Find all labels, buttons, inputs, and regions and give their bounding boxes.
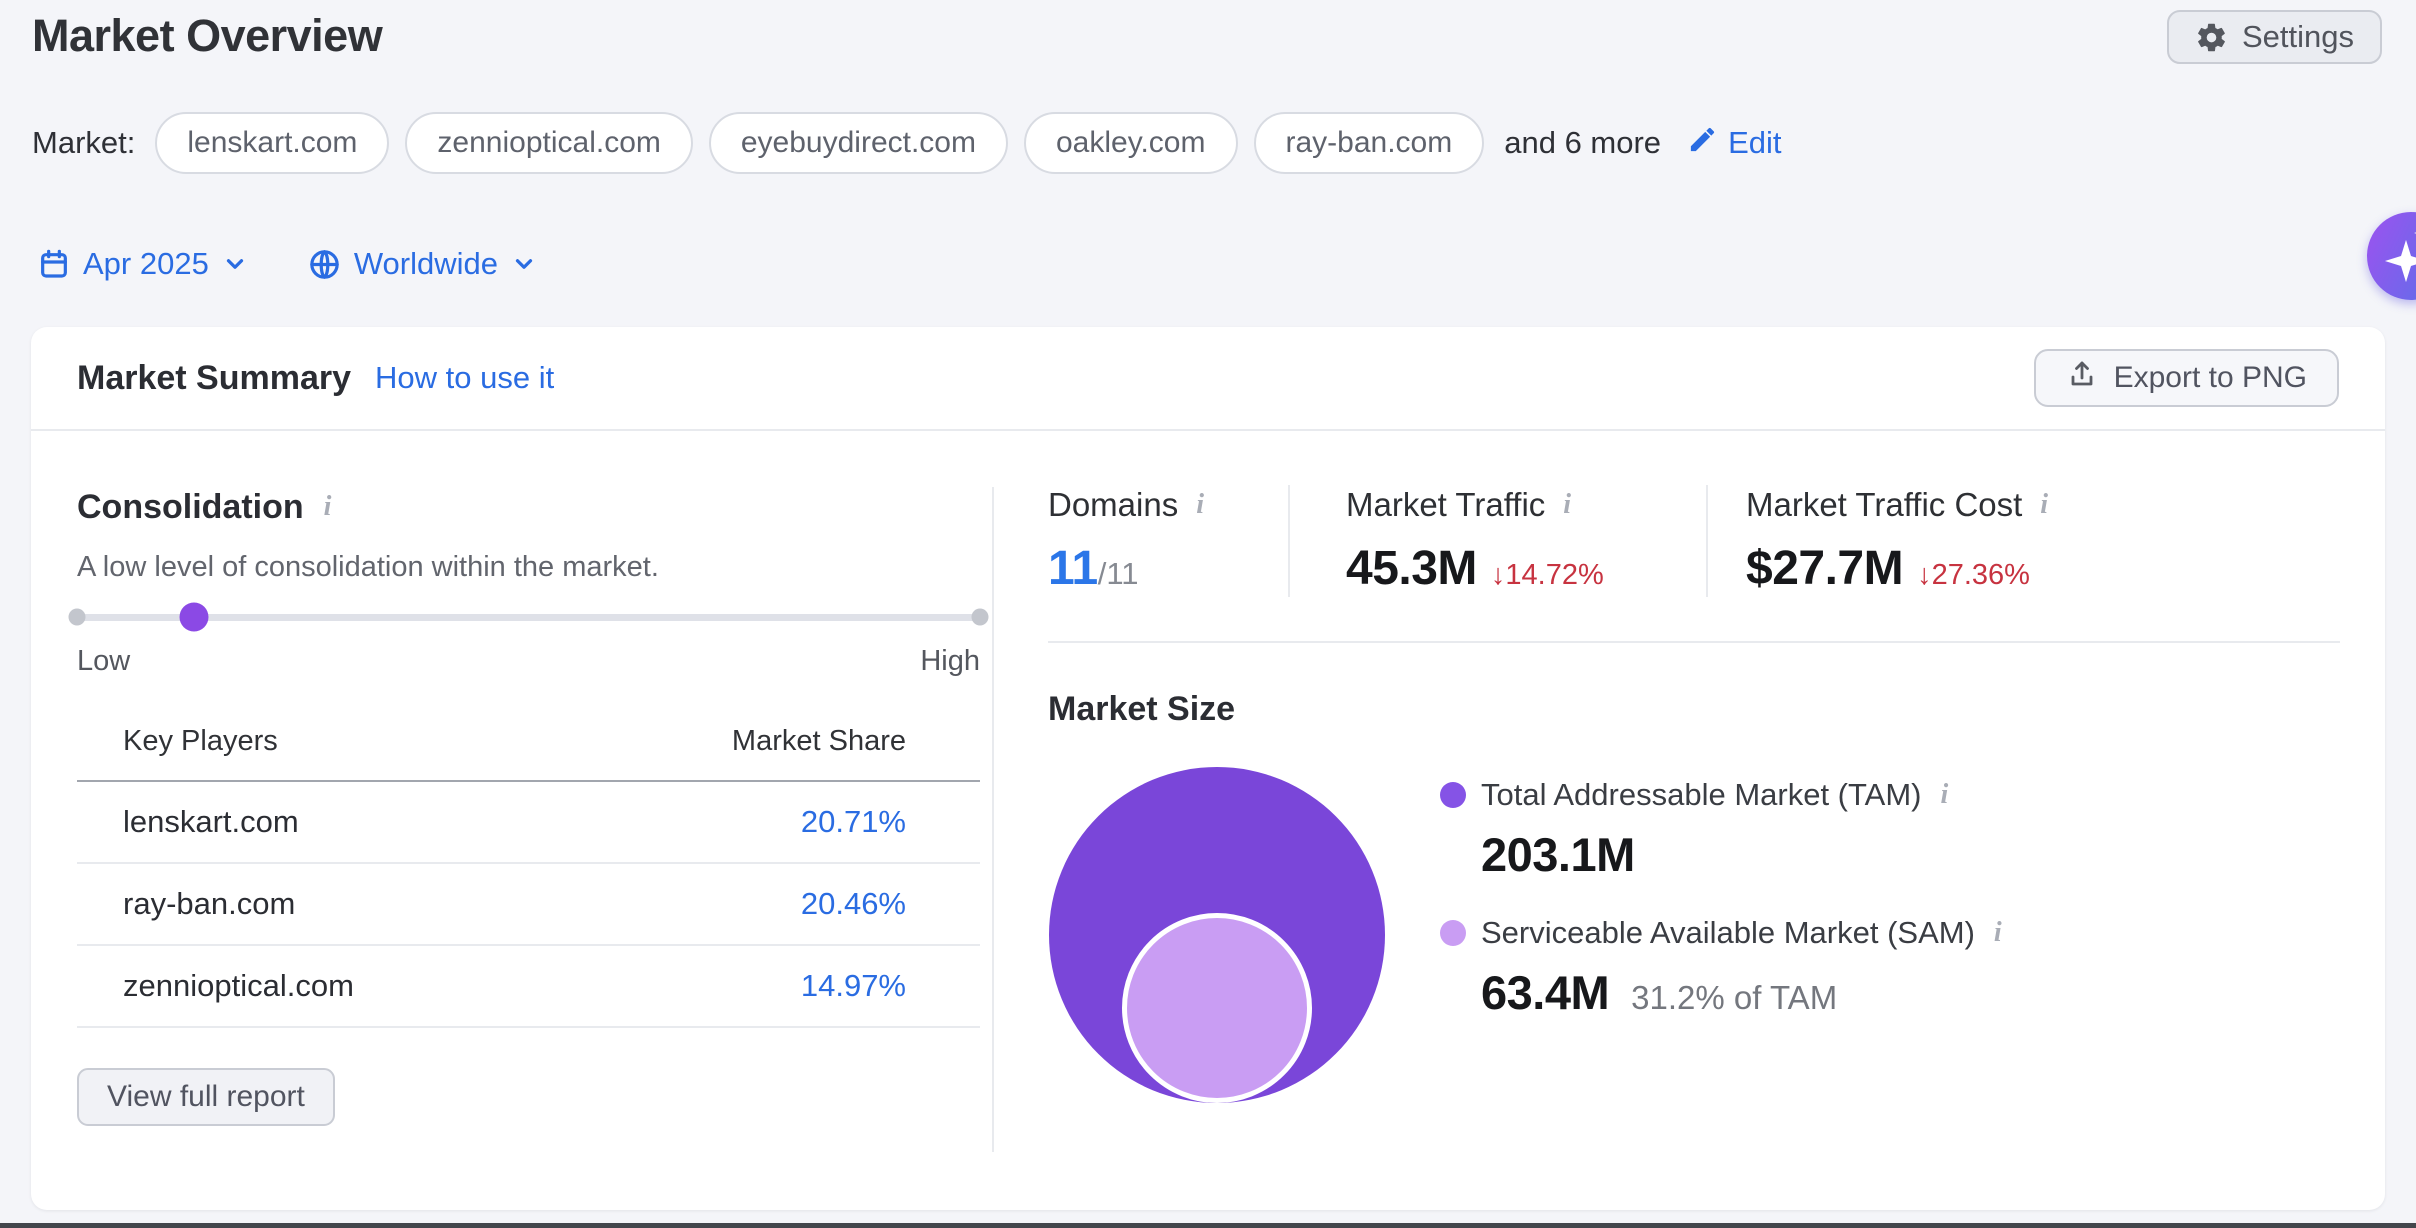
table-row: lenskart.com 20.71% bbox=[77, 782, 980, 864]
market-size-chart: Total Addressable Market (TAM) 203.1M Se… bbox=[1048, 765, 2340, 1110]
info-icon[interactable] bbox=[1559, 491, 1575, 519]
region-filter[interactable]: Worldwide bbox=[308, 246, 537, 282]
key-players-table: Key Players Market Share lenskart.com 20… bbox=[77, 725, 980, 1028]
sam-label: Serviceable Available Market (SAM) bbox=[1481, 913, 1975, 953]
card-body: Consolidation A low level of consolidati… bbox=[31, 431, 2385, 1126]
slider-track bbox=[77, 614, 980, 621]
panel-divider bbox=[992, 487, 994, 1152]
slider-high-label: High bbox=[920, 643, 980, 679]
globe-icon bbox=[308, 248, 341, 281]
bottom-edge bbox=[0, 1223, 2416, 1228]
market-chip: lenskart.com bbox=[155, 112, 389, 174]
tam-label: Total Addressable Market (TAM) bbox=[1481, 775, 1921, 815]
stat-market-traffic: Market Traffic 45.3M ↓14.72% bbox=[1288, 485, 1706, 597]
upload-icon bbox=[2066, 358, 2098, 398]
sam-circle bbox=[1122, 913, 1312, 1103]
market-summary-card: Market Summary How to use it Export to P… bbox=[31, 327, 2385, 1210]
domains-label: Domains bbox=[1048, 485, 1178, 525]
market-size-title: Market Size bbox=[1048, 687, 2340, 731]
player-share-link[interactable]: 14.97% bbox=[801, 968, 906, 1004]
export-png-label: Export to PNG bbox=[2114, 361, 2307, 395]
date-filter[interactable]: Apr 2025 bbox=[38, 246, 248, 282]
how-to-use-link[interactable]: How to use it bbox=[375, 360, 554, 396]
gear-icon bbox=[2195, 21, 2228, 54]
view-full-report-button[interactable]: View full report bbox=[77, 1068, 335, 1126]
tam-dot-icon bbox=[1440, 782, 1466, 808]
table-row: ray-ban.com 20.46% bbox=[77, 864, 980, 946]
info-icon[interactable] bbox=[1990, 919, 2006, 947]
slider-knob[interactable] bbox=[180, 603, 209, 632]
calendar-icon bbox=[38, 248, 70, 280]
player-share-link[interactable]: 20.46% bbox=[801, 886, 906, 922]
export-png-button[interactable]: Export to PNG bbox=[2034, 349, 2339, 407]
market-traffic-cost-label: Market Traffic Cost bbox=[1746, 485, 2022, 525]
card-header: Market Summary How to use it Export to P… bbox=[31, 327, 2385, 431]
sparkles-icon bbox=[2383, 238, 2416, 289]
market-size-legend: Total Addressable Market (TAM) 203.1M Se… bbox=[1440, 775, 2006, 1021]
chevron-down-icon bbox=[511, 251, 537, 277]
consolidation-title: Consolidation bbox=[77, 485, 304, 529]
info-icon[interactable] bbox=[2036, 491, 2052, 519]
card-title: Market Summary bbox=[77, 359, 351, 398]
more-domains-text: and 6 more bbox=[1504, 125, 1661, 161]
market-chip: eyebuydirect.com bbox=[709, 112, 1008, 174]
info-icon[interactable] bbox=[1936, 781, 1952, 809]
market-traffic-cost-value: $27.7M bbox=[1746, 541, 1903, 597]
market-traffic-change: ↓14.72% bbox=[1491, 559, 1604, 592]
player-domain: ray-ban.com bbox=[123, 886, 295, 922]
table-header: Key Players Market Share bbox=[77, 725, 980, 782]
edit-market-link[interactable]: Edit bbox=[1687, 124, 1781, 163]
filters-row: Apr 2025 Worldwide bbox=[0, 240, 2416, 288]
edit-link-label: Edit bbox=[1728, 125, 1781, 161]
stats-divider bbox=[1048, 641, 2340, 643]
domains-total: /11 bbox=[1098, 556, 1139, 592]
sam-value: 63.4M bbox=[1481, 965, 1609, 1021]
col-header-market-share: Market Share bbox=[732, 725, 906, 758]
date-filter-value: Apr 2025 bbox=[83, 246, 209, 282]
market-stats-panel: Domains 11 /11 Market Traffic 45.3M bbox=[1048, 485, 2340, 1126]
sam-dot-icon bbox=[1440, 920, 1466, 946]
tam-circle bbox=[1049, 767, 1385, 1103]
page-header: Market Overview Settings bbox=[0, 0, 2416, 64]
tam-value: 203.1M bbox=[1481, 827, 1635, 883]
info-icon[interactable] bbox=[320, 493, 336, 521]
market-traffic-label: Market Traffic bbox=[1346, 485, 1545, 525]
slider-end-dot bbox=[972, 609, 989, 626]
stats-row: Domains 11 /11 Market Traffic 45.3M bbox=[1048, 485, 2340, 597]
stat-market-traffic-cost: Market Traffic Cost $27.7M ↓27.36% bbox=[1706, 485, 2340, 597]
consolidation-panel: Consolidation A low level of consolidati… bbox=[77, 485, 980, 1126]
market-traffic-cost-change: ↓27.36% bbox=[1917, 559, 2030, 592]
market-chip: ray-ban.com bbox=[1254, 112, 1485, 174]
stat-domains: Domains 11 /11 bbox=[1048, 485, 1288, 597]
consolidation-description: A low level of consolidation within the … bbox=[77, 549, 980, 585]
info-icon[interactable] bbox=[1192, 491, 1208, 519]
slider-low-label: Low bbox=[77, 643, 130, 679]
player-domain: lenskart.com bbox=[123, 804, 299, 840]
page-title: Market Overview bbox=[32, 10, 382, 62]
domains-value: 11 bbox=[1048, 541, 1098, 597]
market-traffic-value: 45.3M bbox=[1346, 541, 1477, 597]
region-filter-value: Worldwide bbox=[354, 246, 498, 282]
tam-legend-row: Total Addressable Market (TAM) bbox=[1440, 775, 2006, 815]
slider-start-dot bbox=[69, 609, 86, 626]
market-chip: zennioptical.com bbox=[405, 112, 692, 174]
sam-legend-row: Serviceable Available Market (SAM) bbox=[1440, 913, 2006, 953]
sam-share-of-tam: 31.2% of TAM bbox=[1631, 979, 1837, 1017]
player-domain: zennioptical.com bbox=[123, 968, 354, 1004]
col-header-key-players: Key Players bbox=[123, 725, 278, 758]
settings-button-label: Settings bbox=[2242, 19, 2354, 55]
market-chip: oakley.com bbox=[1024, 112, 1238, 174]
consolidation-slider bbox=[77, 603, 980, 631]
pencil-icon bbox=[1687, 124, 1718, 163]
chevron-down-icon bbox=[222, 251, 248, 277]
market-label: Market: bbox=[32, 125, 135, 161]
player-share-link[interactable]: 20.71% bbox=[801, 804, 906, 840]
market-bar: Market: lenskart.com zennioptical.com ey… bbox=[0, 112, 2416, 174]
table-row: zennioptical.com 14.97% bbox=[77, 946, 980, 1028]
settings-button[interactable]: Settings bbox=[2167, 10, 2382, 64]
